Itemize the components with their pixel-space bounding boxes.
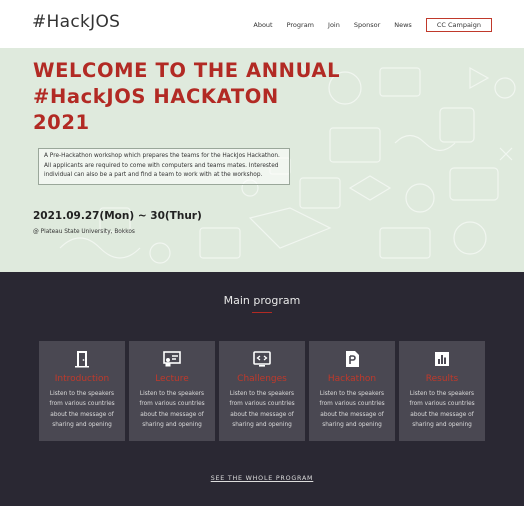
card-title: Introduction xyxy=(54,374,110,384)
site-logo[interactable]: #HackJOS xyxy=(32,12,120,32)
document-p-icon xyxy=(346,351,359,367)
card-title: Hackathon xyxy=(327,374,377,384)
title-underline xyxy=(252,312,272,313)
hero-description: A Pre-Hackathon workshop which prepares … xyxy=(38,148,290,185)
main-nav: About Program Join Sponsor News CC Campa… xyxy=(239,18,492,32)
program-card-hackathon[interactable]: Hackathon Listen to the speakers from va… xyxy=(309,341,395,441)
hero-title-line-1: WELCOME TO THE ANNUAL xyxy=(33,59,341,82)
card-title: Results xyxy=(425,374,459,384)
nav-program[interactable]: Program xyxy=(287,21,314,29)
card-text: Listen to the speakers from various coun… xyxy=(49,391,115,428)
event-location: @ Plateau State University, Bokkos xyxy=(33,229,135,235)
card-text: Listen to the speakers from various coun… xyxy=(229,391,295,428)
site-header: #HackJOS About Program Join Sponsor News… xyxy=(0,0,524,48)
program-cards: Introduction Listen to the speakers from… xyxy=(39,341,489,441)
nav-about[interactable]: About xyxy=(253,21,272,29)
program-card-lecture[interactable]: Lecture Listen to the speakers from vari… xyxy=(129,341,215,441)
door-icon xyxy=(75,351,89,368)
code-window-icon xyxy=(253,351,271,367)
cc-campaign-button[interactable]: CC Campaign xyxy=(425,18,492,32)
card-title: Challenges xyxy=(237,374,287,384)
see-whole-program-link[interactable]: SEE THE WHOLE PROGRAM xyxy=(0,475,524,482)
presentation-icon xyxy=(163,351,181,367)
event-date: 2021.09.27(Mon) ~ 30(Thur) xyxy=(33,210,202,222)
card-text: Listen to the speakers from various coun… xyxy=(319,391,385,428)
nav-join[interactable]: Join xyxy=(328,21,340,29)
program-card-results[interactable]: Results Listen to the speakers from vari… xyxy=(399,341,485,441)
nav-news[interactable]: News xyxy=(394,21,412,29)
card-title: Lecture xyxy=(155,374,189,384)
program-card-challenges[interactable]: Challenges Listen to the speakers from v… xyxy=(219,341,305,441)
hero-section: WELCOME TO THE ANNUAL #HackJOS HACKATON … xyxy=(0,48,524,272)
nav-sponsor[interactable]: Sponsor xyxy=(354,21,380,29)
hero-title-line-2: #HackJOS HACKATON xyxy=(33,85,279,108)
section-title: Main program xyxy=(223,294,301,307)
hero-title: WELCOME TO THE ANNUAL #HackJOS HACKATON … xyxy=(33,58,340,136)
card-text: Listen to the speakers from various coun… xyxy=(139,391,205,428)
program-card-introduction[interactable]: Introduction Listen to the speakers from… xyxy=(39,341,125,441)
bar-chart-icon xyxy=(435,352,449,366)
card-text: Listen to the speakers from various coun… xyxy=(409,391,475,428)
hero-title-line-3: 2021 xyxy=(33,111,90,134)
main-program-section: Main program Introduction Listen to the … xyxy=(0,272,524,506)
